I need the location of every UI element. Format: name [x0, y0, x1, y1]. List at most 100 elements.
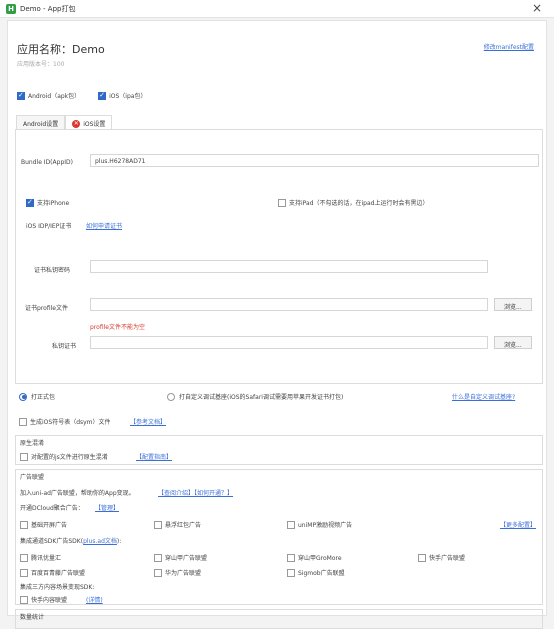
android-checkbox[interactable] — [17, 91, 25, 100]
obfuscate-label: 对配置的js文件进行原生混淆 — [31, 454, 108, 461]
sdk-item-label: Sigmob广告联盟 — [298, 570, 345, 577]
formal-build-option[interactable]: 打正式包 — [19, 392, 55, 402]
app-version: 应用版本号：100 — [17, 61, 65, 68]
tab-android-settings[interactable]: Android设置 — [16, 115, 66, 129]
unimp-ad-checkbox[interactable] — [287, 520, 295, 529]
private-cert-label: 私钥证书 — [52, 343, 77, 350]
main-panel: 应用名称：Demo 应用版本号：100 修改manifest配置 Android… — [7, 20, 547, 629]
ios-checkbox[interactable] — [98, 91, 107, 100]
sdk-checkbox[interactable] — [154, 568, 162, 577]
tab-ios-settings[interactable]: ✕ iOS设置 — [65, 115, 113, 130]
error-icon: ✕ — [72, 119, 81, 128]
sdk-item[interactable]: 穿山甲GroMore — [287, 553, 342, 563]
sdk-checkbox[interactable] — [418, 553, 426, 562]
sdk-item-label: 百度百青藤广告联盟 — [31, 570, 86, 577]
sdk-item[interactable]: Sigmob广告联盟 — [287, 568, 345, 578]
sdk-item-label: 穿山甲广告联盟 — [165, 555, 208, 562]
support-iphone-label: 支持iPhone — [37, 200, 70, 207]
sdk-label-end: ): — [116, 538, 122, 545]
plus-ad-doc-link[interactable]: plus.ad文档 — [83, 538, 117, 545]
sdk-checkbox[interactable] — [287, 568, 295, 577]
dsym-option[interactable]: 生成iOS符号表（dsym）文件 — [19, 417, 111, 427]
ios-settings-panel: Bundle ID(AppID) plus.H6278AD71 支持iPhone… — [15, 129, 543, 384]
sdk-label: 集成通道SDK广告SDK( — [20, 538, 84, 545]
formal-build-label: 打正式包 — [31, 394, 56, 401]
ads-intro: 加入uni-ad广告联盟，帮助你的App变现。 — [20, 490, 135, 497]
sdk-checkbox[interactable] — [20, 568, 28, 577]
cert-browse-button[interactable]: 浏览... — [494, 336, 532, 349]
platform-android-label: Android（apk包） — [28, 93, 81, 100]
custom-debug-label: 打自定义调试基座(iOS的Safari调试需要用苹果开发证书打包) — [179, 394, 344, 401]
platform-ios[interactable]: iOS（ipa包） — [98, 91, 146, 101]
platform-android[interactable]: Android（apk包） — [17, 91, 80, 101]
window-title: Demo - App打包 — [20, 5, 76, 13]
custom-debug-option[interactable]: 打自定义调试基座(iOS的Safari调试需要用苹果开发证书打包) — [167, 392, 343, 402]
private-key-password-input[interactable] — [90, 260, 488, 273]
sdk-item[interactable]: 腾讯优量汇 — [20, 553, 61, 563]
sdk-checkbox[interactable] — [20, 553, 28, 562]
dsym-ref-link[interactable]: 【参考文档】 — [130, 417, 166, 426]
ads-manage-link[interactable]: 【管理】 — [95, 503, 119, 512]
ads-intro-links[interactable]: 【查阅介绍】【如何开通？】 — [158, 488, 233, 497]
obfuscate-guide-link[interactable]: 【配置指南】 — [136, 452, 172, 461]
profile-file-input[interactable] — [90, 298, 488, 311]
content-sdk-detail-link[interactable]: (详情) — [86, 595, 103, 604]
bundle-id-input[interactable]: plus.H6278AD71 — [90, 154, 539, 167]
tab-bar: Android设置 ✕ iOS设置 — [16, 115, 113, 130]
ads-group: 广告联盟 加入uni-ad广告联盟，帮助你的App变现。 【查阅介绍】【如何开通… — [15, 469, 543, 605]
platform-selector: Android（apk包） iOS（ipa包） — [17, 91, 162, 101]
profile-error-text: profile文件不能为空 — [90, 324, 145, 331]
profile-file-label: 证书profile文件 — [25, 305, 68, 312]
close-icon[interactable]: × — [532, 1, 542, 15]
cert-howto-link[interactable]: 如何申请证书 — [86, 221, 122, 230]
private-key-password-label: 证书私钥密码 — [34, 267, 71, 274]
profile-browse-button[interactable]: 浏览... — [494, 298, 532, 311]
splash-ad-checkbox[interactable] — [20, 520, 28, 529]
dcloud-ad-redpacket-label: 悬浮红包广告 — [165, 522, 202, 529]
sdk-checkbox[interactable] — [154, 553, 162, 562]
dcloud-ad-unimp-label: uniMP激励视频广告 — [298, 522, 353, 529]
more-config-link[interactable]: 【更多配置】 — [500, 520, 536, 529]
page-title: 应用名称：Demo — [17, 43, 105, 56]
dcloud-ad-splash[interactable]: 基础开屏广告 — [20, 520, 67, 530]
sdk-item[interactable]: 快手广告联盟 — [418, 553, 465, 563]
support-ipad-label: 支持iPad（不勾选的话，在ipad上运行时会有黑边） — [289, 200, 429, 207]
obfuscate-checkbox[interactable] — [20, 452, 28, 461]
support-ipad[interactable]: 支持iPad（不勾选的话，在ipad上运行时会有黑边） — [278, 198, 428, 208]
content-sdk-label: 集成三方内容场景变现SDK: — [20, 584, 95, 591]
obfuscate-title: 原生混淆 — [20, 440, 45, 447]
content-sdk-checkbox[interactable] — [20, 595, 28, 604]
sdk-label-row: 集成通道SDK广告SDK(plus.ad文档): — [20, 536, 121, 545]
formal-radio[interactable] — [19, 392, 27, 401]
custom-debug-radio[interactable] — [167, 392, 175, 401]
dcloud-ad-splash-label: 基础开屏广告 — [31, 522, 68, 529]
sdk-item[interactable]: 百度百青藤广告联盟 — [20, 568, 85, 578]
app-icon: H — [6, 4, 16, 14]
redpacket-ad-checkbox[interactable] — [154, 520, 162, 529]
support-iphone[interactable]: 支持iPhone — [26, 198, 69, 208]
ipad-checkbox[interactable] — [278, 198, 286, 207]
dcloud-ads-label: 开通DCloud聚合广告： — [20, 505, 84, 512]
sdk-checkbox[interactable] — [287, 553, 295, 562]
dsym-label: 生成iOS符号表（dsym）文件 — [30, 419, 111, 426]
platform-ios-label: iOS（ipa包） — [109, 93, 147, 100]
sdk-item[interactable]: 华为广告联盟 — [154, 568, 201, 578]
sdk-item-label: 穿山甲GroMore — [298, 555, 342, 562]
sdk-item[interactable]: 穿山甲广告联盟 — [154, 553, 207, 563]
content-sdk-item-label: 快手内容联盟 — [31, 597, 68, 604]
content-sdk-item[interactable]: 快手内容联盟 — [20, 595, 67, 605]
sdk-item-label: 华为广告联盟 — [165, 570, 202, 577]
iphone-checkbox[interactable] — [26, 198, 34, 207]
dcloud-ad-redpacket[interactable]: 悬浮红包广告 — [154, 520, 201, 530]
dsym-checkbox[interactable] — [19, 417, 27, 426]
tab-android-label: Android设置 — [23, 121, 59, 128]
bundle-id-label: Bundle ID(AppID) — [21, 159, 73, 166]
stats-title: 数量统计 — [20, 614, 45, 621]
window-titlebar: H Demo - App打包 × — [0, 0, 554, 18]
obfuscate-option[interactable]: 对配置的js文件进行原生混淆 — [20, 452, 108, 462]
manifest-link[interactable]: 修改manifest配置 — [484, 42, 534, 51]
stats-group: 数量统计 — [15, 609, 543, 629]
dcloud-ad-unimp[interactable]: uniMP激励视频广告 — [287, 520, 352, 530]
private-cert-input[interactable] — [90, 336, 488, 349]
custom-debug-help-link[interactable]: 什么是自定义调试基座? — [452, 392, 515, 401]
